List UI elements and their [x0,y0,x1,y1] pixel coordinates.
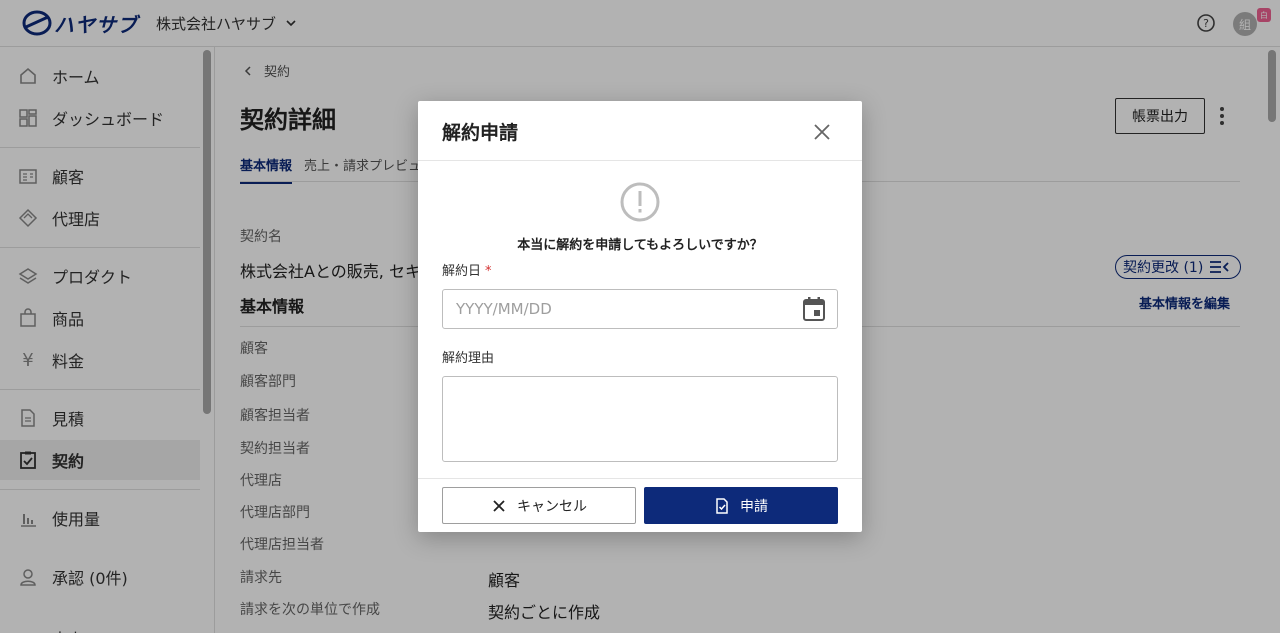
apply-button-label: 申請 [740,498,768,515]
cancellation-dialog: 解約申請 本当に解約を申請してもよろしいですか？ 解約日* 解約理由 キャンセル… [418,101,862,532]
cancel-button[interactable]: キャンセル [442,487,636,524]
reason-field-label: 解約理由 [442,351,495,366]
warning-icon [620,182,660,222]
dialog-divider [418,478,862,479]
close-icon [493,499,505,512]
cancellation-date-input[interactable] [442,289,838,329]
date-label-text: 解約日 [442,264,482,279]
document-check-icon [716,497,728,514]
date-field-label: 解約日 * [442,260,492,279]
cancel-button-label: キャンセル [517,498,587,515]
confirm-message: 本当に解約を申請してもよろしいですか？ [517,238,763,253]
dialog-title: 解約申請 [442,122,519,144]
close-icon[interactable] [811,121,833,143]
calendar-icon[interactable] [802,296,826,322]
dialog-divider [418,160,862,161]
apply-button[interactable]: 申請 [644,487,838,524]
cancellation-reason-textarea[interactable] [442,376,838,462]
required-mark: * [485,264,492,279]
